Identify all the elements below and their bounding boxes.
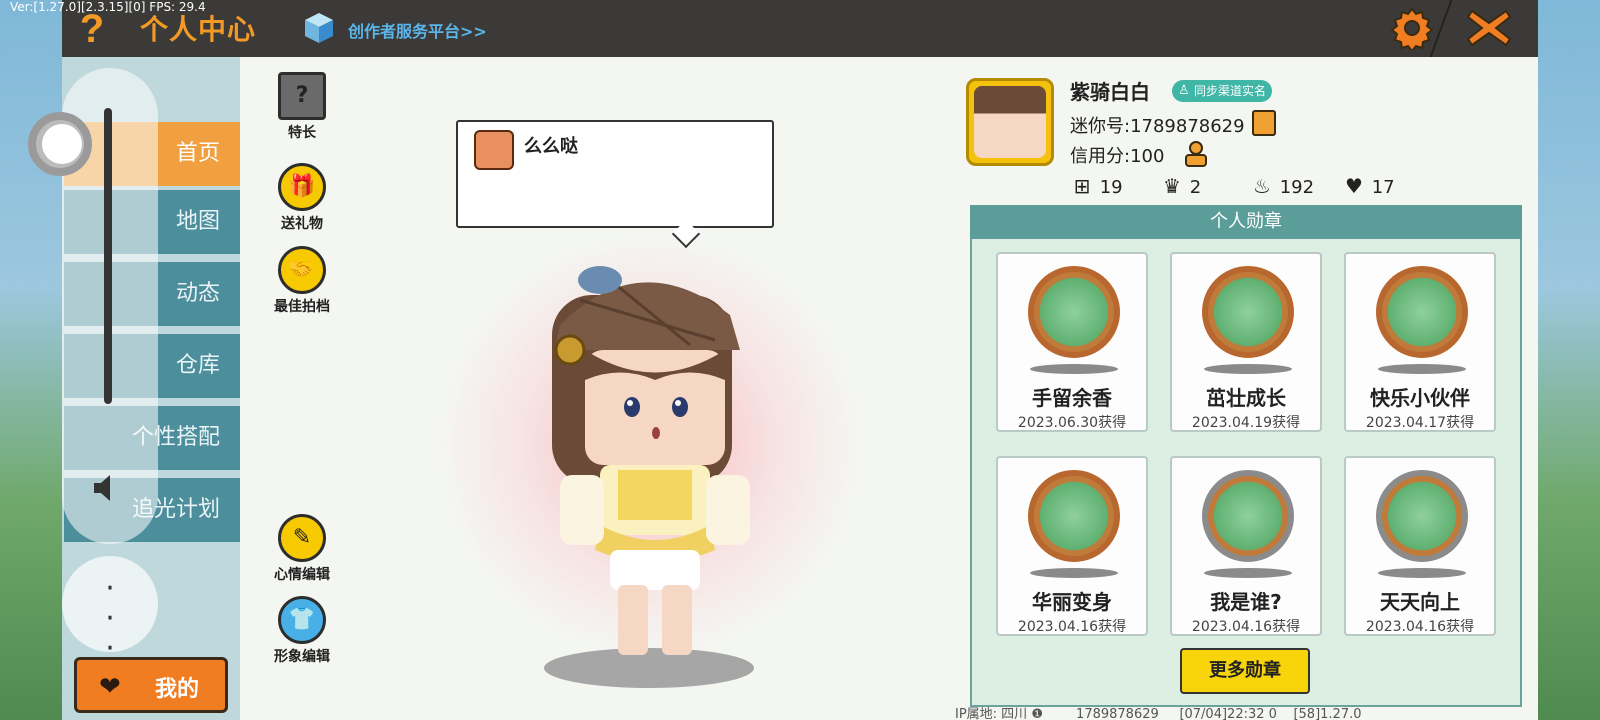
creator-platform-link[interactable]: 创作者服务平台>> — [348, 18, 487, 42]
credit-person-icon[interactable] — [1182, 140, 1210, 168]
badge-date: 2023.04.16获得 — [1365, 619, 1475, 635]
creator-cube-icon — [302, 11, 336, 45]
badge-name: 茁壮成长 — [1206, 386, 1286, 410]
image-edit-label: 形象编辑 — [274, 649, 330, 665]
badge-medal-icon — [1376, 266, 1468, 358]
popularity-count: 192 — [1279, 177, 1315, 198]
badge-name: 华丽变身 — [1032, 590, 1112, 614]
page-title: 个人中心 — [140, 13, 257, 46]
following-count: 19 — [1099, 177, 1123, 198]
talent-label: 特长 — [288, 125, 316, 141]
fans-icon: ♛ — [1163, 174, 1181, 198]
badge-medal-icon — [1028, 266, 1120, 358]
stat-fans[interactable]: ♛ 2 — [1160, 174, 1201, 198]
mini-id: 迷你号:1789878629 — [1070, 116, 1245, 137]
badge-card[interactable]: 华丽变身 2023.04.16获得 — [996, 456, 1148, 636]
badge-date: 2023.04.17获得 — [1365, 415, 1475, 431]
gift-icon: 🎁 — [278, 163, 326, 211]
likes-count: 17 — [1371, 177, 1395, 198]
badge-medal-icon — [1028, 470, 1120, 562]
badge-card[interactable]: 快乐小伙伴 2023.04.17获得 — [1344, 252, 1496, 432]
stat-likes[interactable]: ♥ 17 — [1342, 174, 1395, 198]
ip-location-text: IP属地: 四川 ❶ — [955, 707, 1043, 720]
stat-popularity[interactable]: ♨ 192 — [1250, 174, 1314, 198]
badge-card[interactable]: 茁壮成长 2023.04.19获得 — [1170, 252, 1322, 432]
mine-button[interactable]: ❤ 我的 — [74, 657, 228, 713]
settings-gear-icon[interactable] — [1390, 6, 1434, 53]
fans-count: 2 — [1189, 177, 1202, 198]
footer-session-text: [07/04]22:32 0 — [1179, 707, 1277, 720]
send-gift-action[interactable]: 🎁 送礼物 — [265, 163, 339, 233]
realname-badge[interactable]: 同步渠道实名 — [1172, 80, 1273, 102]
badge-card[interactable]: 我是谁? 2023.04.16获得 — [1170, 456, 1322, 636]
more-options-icon[interactable]: · · · — [62, 556, 158, 664]
medal-shadow — [1378, 568, 1466, 578]
talent-action[interactable]: ? 特长 — [265, 72, 339, 142]
footer-id-text: 1789878629 — [1076, 707, 1159, 720]
footer-build-text: [58]1.27.0 — [1293, 707, 1362, 720]
best-partner-label: 最佳拍档 — [274, 299, 330, 315]
badge-medal-icon — [1202, 470, 1294, 562]
badge-date: 2023.04.19获得 — [1191, 415, 1301, 431]
medal-shadow — [1204, 568, 1292, 578]
image-edit-action[interactable]: 👕 形象编辑 — [265, 596, 339, 666]
badge-name: 快乐小伙伴 — [1370, 386, 1470, 410]
mood-edit-label: 心情编辑 — [274, 567, 330, 583]
badge-medal-icon — [1376, 470, 1468, 562]
floating-slider-knob-center — [42, 124, 82, 164]
player-avatar-figure[interactable] — [540, 255, 770, 675]
top-bar — [62, 0, 1538, 57]
mood-edit-action[interactable]: ✎ 心情编辑 — [265, 514, 339, 584]
copy-id-icon[interactable] — [1252, 110, 1276, 136]
plus-box-icon: ⊞ — [1073, 174, 1091, 198]
handshake-icon: 🤝 — [278, 246, 326, 294]
best-partner-action[interactable]: 🤝 最佳拍档 — [265, 246, 339, 316]
badge-medal-icon — [1202, 266, 1294, 358]
badge-name: 手留余香 — [1032, 386, 1112, 410]
medal-shadow — [1030, 568, 1118, 578]
badge-date: 2023.04.16获得 — [1191, 619, 1301, 635]
outfit-shirt-icon: 👕 — [278, 596, 326, 644]
badge-date: 2023.04.16获得 — [1017, 619, 1127, 635]
mine-label: 我的 — [155, 677, 200, 702]
floating-slider-track[interactable] — [104, 108, 112, 404]
stat-following[interactable]: ⊞ 19 — [1070, 174, 1123, 198]
medal-shadow — [1204, 364, 1292, 374]
badge-name: 我是谁? — [1210, 590, 1282, 614]
badge-card[interactable]: 手留余香 2023.06.30获得 — [996, 252, 1148, 432]
badges-title: 个人勋章 — [970, 205, 1522, 239]
hearts-icon: ♥ — [1345, 174, 1363, 198]
heart-icon: ❤ — [99, 672, 121, 702]
close-icon[interactable] — [1464, 5, 1514, 51]
flame-icon: ♨ — [1253, 174, 1271, 198]
medal-shadow — [1030, 364, 1118, 374]
badge-date: 2023.06.30获得 — [1017, 415, 1127, 431]
credit-score: 信用分:100 — [1070, 146, 1165, 167]
question-box-icon: ? — [278, 72, 326, 120]
mood-text: 么么哒 — [524, 136, 578, 157]
nickname: 紫骑白白 — [1070, 80, 1150, 104]
speaker-icon[interactable] — [88, 470, 124, 506]
badge-name: 天天向上 — [1380, 590, 1460, 614]
mood-chest-icon — [474, 130, 514, 170]
medal-shadow — [1378, 364, 1466, 374]
edit-pencil-icon: ✎ — [278, 514, 326, 562]
profile-avatar-face — [974, 86, 1046, 158]
debug-version-text: Ver:[1.27.0][2.3.15][0] FPS: 29.4 — [10, 0, 206, 14]
badge-card[interactable]: 天天向上 2023.04.16获得 — [1344, 456, 1496, 636]
more-badges-button[interactable]: 更多勋章 — [1180, 648, 1310, 694]
send-gift-label: 送礼物 — [281, 216, 323, 232]
